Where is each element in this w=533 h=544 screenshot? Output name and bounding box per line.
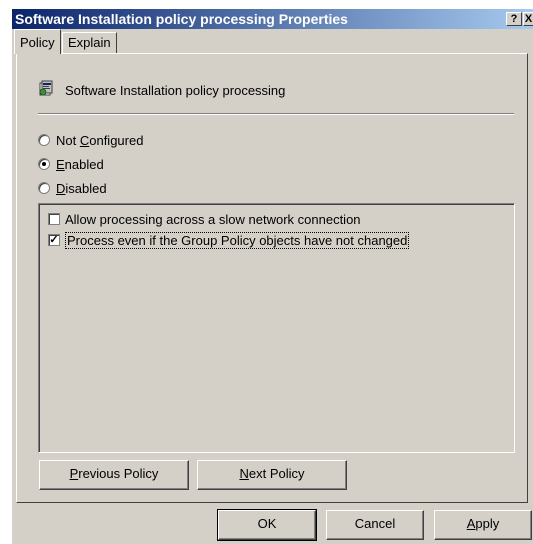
ok-label: OK — [257, 516, 277, 531]
apply-label: Apply — [466, 516, 500, 531]
title-bar[interactable]: Software Installation policy processing … — [12, 9, 533, 29]
window-title: Software Installation policy processing … — [15, 11, 348, 27]
tab-policy[interactable]: Policy — [14, 29, 61, 54]
close-button[interactable]: X — [523, 12, 533, 26]
tab-panel — [16, 53, 528, 503]
ok-button[interactable]: OK — [217, 509, 317, 541]
apply-button[interactable]: Apply — [434, 510, 532, 540]
help-icon: ? — [510, 13, 518, 25]
tab-explain[interactable]: Explain — [62, 32, 117, 54]
tab-explain-label: Explain — [68, 35, 111, 50]
help-button[interactable]: ? — [506, 12, 522, 26]
cancel-label: Cancel — [354, 516, 396, 531]
close-icon: X — [524, 13, 533, 25]
tab-policy-label: Policy — [20, 35, 55, 50]
cancel-button[interactable]: Cancel — [326, 510, 424, 540]
